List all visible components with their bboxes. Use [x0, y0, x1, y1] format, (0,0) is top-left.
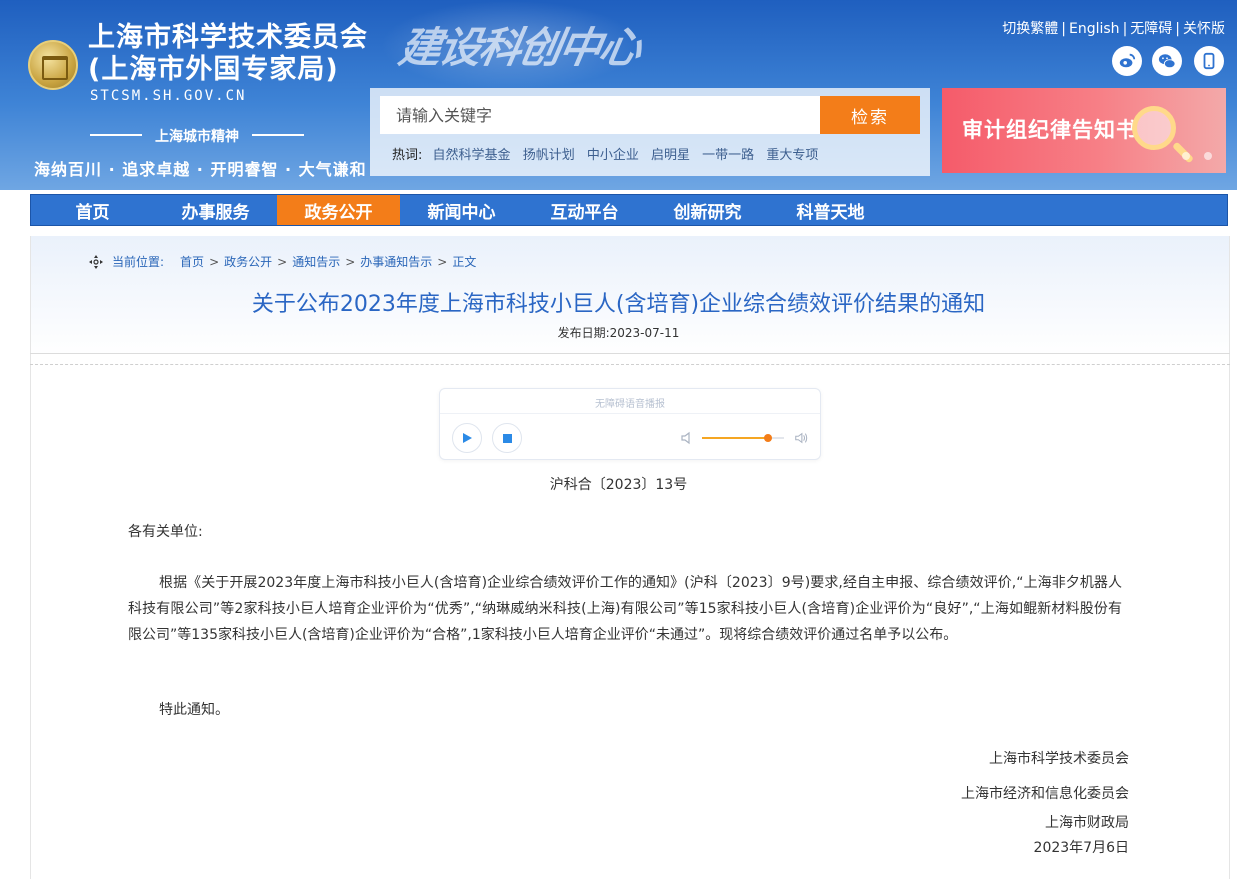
banner-text: 审计组纪律告知书 — [962, 118, 1138, 142]
hot-keyword[interactable]: 中小企业 — [587, 148, 639, 163]
nav-science[interactable]: 科普天地 — [769, 195, 892, 225]
audit-banner[interactable]: 审计组纪律告知书 — [942, 88, 1226, 173]
search-input[interactable] — [380, 96, 820, 134]
nav-services[interactable]: 办事服务 — [154, 195, 277, 225]
volume-high-icon[interactable] — [794, 431, 808, 445]
hot-keywords: 热词: 自然科学基金 扬帆计划 中小企业 启明星 一带一路 重大专项 — [392, 144, 826, 163]
breadcrumb-item[interactable]: 通知告示 — [292, 253, 340, 270]
breadcrumb-item[interactable]: 政务公开 — [224, 253, 272, 270]
site-domain: STCSM.SH.GOV.CN — [90, 88, 247, 104]
nav-interaction[interactable]: 互动平台 — [523, 195, 646, 225]
magnifier-icon — [1132, 106, 1176, 150]
volume-knob[interactable] — [763, 434, 772, 442]
hot-label: 热词: — [392, 148, 423, 163]
link-traditional[interactable]: 切换繁體 — [1002, 21, 1058, 37]
nav-government-affairs[interactable]: 政务公开 — [277, 195, 400, 225]
site-title-line2: (上海市外国专家局) — [88, 54, 339, 85]
nav-research[interactable]: 创新研究 — [646, 195, 769, 225]
breadcrumb-item[interactable]: 首页 — [180, 253, 204, 270]
hot-keyword[interactable]: 一带一路 — [702, 148, 754, 163]
link-english[interactable]: English — [1069, 21, 1120, 37]
spirit-motto: 海纳百川 · 追求卓越 · 开明睿智 · 大气谦和 — [34, 160, 367, 179]
breadcrumb-item[interactable]: 正文 — [452, 253, 476, 270]
search-panel: 检索 热词: 自然科学基金 扬帆计划 中小企业 启明星 一带一路 重大专项 — [370, 88, 930, 176]
volume-fill — [702, 437, 768, 439]
signature-economy-commission: 上海市经济和信息化委员会 — [961, 786, 1129, 802]
play-button[interactable] — [452, 423, 482, 453]
player-title: 无障碍语音播报 — [595, 399, 665, 410]
breadcrumb-label: 当前位置: — [112, 255, 165, 269]
hot-keyword[interactable]: 启明星 — [651, 148, 690, 163]
divider — [30, 364, 1230, 365]
main-nav: 首页 办事服务 政务公开 新闻中心 互动平台 创新研究 科普天地 — [30, 194, 1228, 226]
wechat-icon[interactable] — [1152, 46, 1182, 76]
nav-news[interactable]: 新闻中心 — [400, 195, 523, 225]
volume-slider[interactable] — [702, 434, 784, 442]
publish-date: 发布日期:2023-07-11 — [557, 326, 680, 340]
hot-keyword[interactable]: 自然科学基金 — [433, 148, 511, 163]
link-care-mode[interactable]: 关怀版 — [1183, 21, 1225, 37]
link-accessibility[interactable]: 无障碍 — [1130, 21, 1172, 37]
nav-home[interactable]: 首页 — [31, 195, 154, 225]
hot-keyword[interactable]: 重大专项 — [766, 148, 818, 163]
site-header: 上海市科学技术委员会 (上海市外国专家局) STCSM.SH.GOV.CN 上海… — [0, 0, 1237, 190]
site-emblem-icon[interactable] — [28, 40, 78, 90]
stop-button[interactable] — [492, 423, 522, 453]
location-icon — [89, 254, 103, 269]
carousel-dot[interactable] — [1204, 152, 1212, 160]
volume-low-icon[interactable] — [680, 431, 694, 445]
weibo-icon[interactable] — [1112, 46, 1142, 76]
signature-finance-bureau: 上海市财政局 — [1045, 815, 1129, 831]
calligraphy-slogan: 建设科创中心 — [395, 23, 644, 72]
closing-remark: 特此通知。 — [159, 702, 229, 718]
site-title[interactable]: 上海市科学技术委员会 (上海市外国专家局) — [88, 22, 368, 86]
hot-keyword[interactable]: 扬帆计划 — [523, 148, 575, 163]
spirit-label: 上海城市精神 — [86, 126, 308, 146]
search-button[interactable]: 检索 — [820, 96, 920, 134]
site-title-line1: 上海市科学技术委员会 — [88, 22, 368, 53]
mobile-icon[interactable] — [1194, 46, 1224, 76]
play-icon — [463, 433, 472, 443]
stop-icon — [502, 433, 512, 443]
breadcrumb: 当前位置: 首页 > 政务公开 > 通知告示 > 办事通知告示 > 正文 — [88, 253, 478, 270]
document-number: 沪科合〔2023〕13号 — [549, 477, 688, 493]
breadcrumb-item[interactable]: 办事通知告示 — [360, 253, 432, 270]
top-links: 切换繁體 | English | 无障碍 | 关怀版 — [1002, 21, 1225, 37]
signature-date: 2023年7月6日 — [1033, 840, 1129, 856]
salutation: 各有关单位: — [128, 524, 203, 540]
article-paragraph: 根据《关于开展2023年度上海市科技小巨人(含培育)企业综合绩效评价工作的通知》… — [128, 575, 1122, 643]
divider — [30, 353, 1230, 354]
signature-stcsm: 上海市科学技术委员会 — [989, 751, 1129, 767]
carousel-dot[interactable] — [1182, 152, 1190, 160]
audio-player: 无障碍语音播报 — [439, 388, 821, 460]
article-title: 关于公布2023年度上海市科技小巨人(含培育)企业综合绩效评价结果的通知 — [251, 292, 986, 317]
